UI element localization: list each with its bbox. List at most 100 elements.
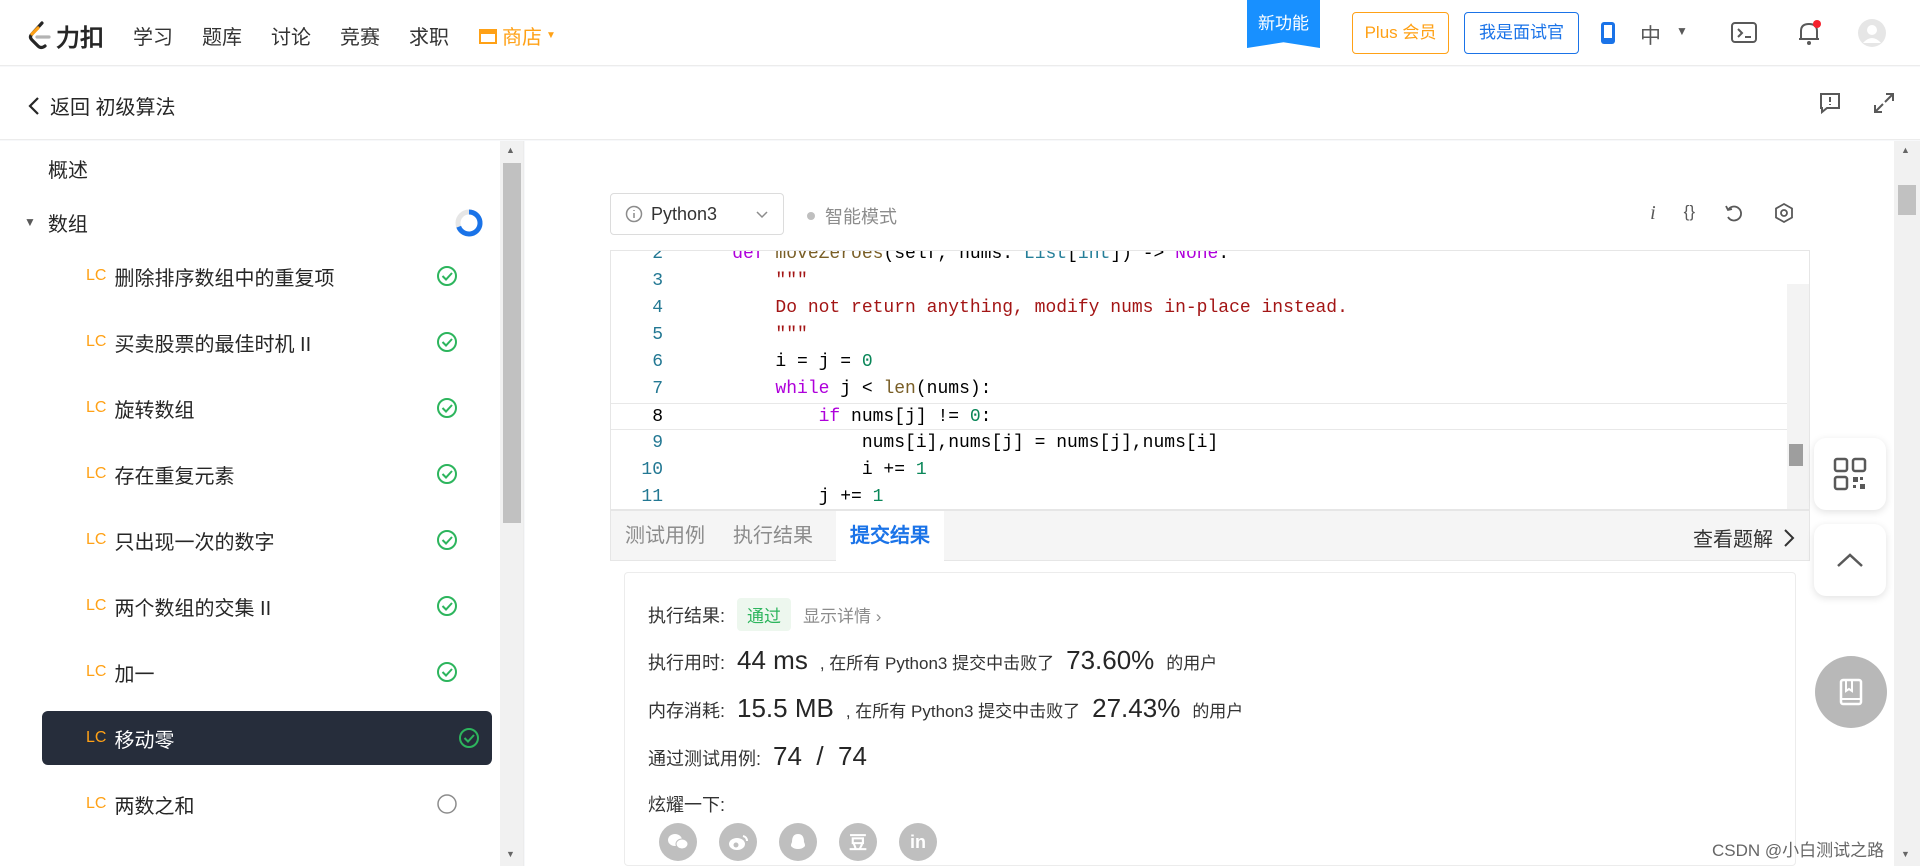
share-label: 炫耀一下: [648,795,726,815]
sidebar-overview[interactable]: 概述 [0,141,500,195]
weibo-icon[interactable] [719,823,757,861]
tab-submit-result[interactable]: 提交结果 [836,511,944,562]
top-nav: 力扣 学习 题库 讨论 竞赛 求职 商店 ▼ 新功能 Plus 会员 我是面试官… [0,0,1920,66]
shop-label: 商店 [502,27,542,49]
scroll-up-arrow-icon[interactable]: ▲ [1901,145,1910,155]
plus-member-button[interactable]: Plus 会员 [1352,12,1449,54]
sidebar-item[interactable]: LC 存在重复元素 [0,447,500,501]
problem-header: 返回 初级算法 [0,67,1920,140]
smart-mode-toggle[interactable]: 智能模式 [807,203,897,229]
back-link[interactable]: 返回 初级算法 [28,91,176,120]
code-line: 4 Do not return anything, modify nums in… [611,295,1791,322]
language-switch[interactable]: 中 [1640,20,1661,50]
scroll-up-arrow-icon[interactable]: ▲ [506,145,515,155]
code-token: : [980,407,992,427]
wechat-icon[interactable] [659,823,697,861]
smart-mode-label: 智能模式 [825,207,897,227]
lc-prefix: LC [86,663,107,680]
settings-icon[interactable] [1773,202,1795,224]
qrcode-button[interactable] [1814,438,1886,510]
main-scrollbar[interactable]: ▲ ▼ [1894,141,1920,866]
check-circle-icon [437,464,457,484]
testcases-label: 通过测试用例: [648,749,762,769]
code-token: 1 [872,487,884,507]
nav-link-contest[interactable]: 竞赛 [340,21,380,50]
sidebar-item[interactable]: LC 加一 [0,645,500,699]
testcases-row: 通过测试用例: 74 / 74 [648,741,867,772]
sidebar-item-label: 移动零 [114,729,175,752]
line-number: 11 [641,487,663,507]
back-to-top-button[interactable] [1814,524,1886,596]
fullscreen-icon[interactable] [1872,91,1896,115]
nav-link-problems[interactable]: 题库 [202,21,242,50]
editor-toolbar: Python3 智能模式 i {} [610,193,1810,235]
sidebar-scrollbar[interactable]: ▲ ▼ [500,141,523,866]
sidebar-scroll-thumb[interactable] [503,163,521,523]
code-text: i += 1 [689,457,927,484]
sidebar-item[interactable]: LC 移动零 [42,711,492,765]
logo-text: 力扣 [56,25,104,52]
linkedin-icon[interactable]: in [899,823,937,861]
sidebar-item-label: 两数之和 [114,795,195,818]
scroll-down-arrow-icon[interactable]: ▼ [506,849,515,859]
watermark: CSDN @小白测试之路 [1712,841,1885,860]
lc-prefix: LC [86,333,107,350]
memory-text: , 在所有 Python3 提交中击败了 [845,702,1081,721]
show-details-link[interactable]: 显示详情 › [803,602,881,627]
logo[interactable]: 力扣 [28,18,104,53]
chevron-down-icon [756,211,768,219]
info-icon[interactable]: i [1650,202,1656,225]
language-caret-icon[interactable]: ▼ [1676,24,1688,38]
new-feature-badge[interactable]: 新功能 [1247,0,1320,48]
interviewer-button[interactable]: 我是面试官 [1464,12,1579,54]
sidebar-item-label: 存在重复元素 [114,465,235,488]
notes-button[interactable] [1815,656,1887,728]
nav-link-jobs[interactable]: 求职 [409,21,449,50]
sidebar-item[interactable]: LC 买卖股票的最佳时机 II [0,315,500,369]
douban-icon[interactable]: 豆 [839,823,877,861]
scroll-down-arrow-icon[interactable]: ▼ [1901,849,1910,859]
bell-icon[interactable] [1796,19,1822,47]
nav-link-shop[interactable]: 商店 ▼ [478,21,556,50]
view-solution-link[interactable]: 查看题解 [1693,523,1795,552]
code-token: 1 [915,460,927,480]
check-circle-icon [437,596,457,616]
sidebar-item[interactable]: LC 两数之和 [0,777,500,831]
sidebar-item-label: 买卖股票的最佳时机 II [114,333,312,356]
code-token: : [1218,250,1230,264]
sidebar-section-array[interactable]: ▼ 数组 [0,195,500,249]
sidebar-item[interactable]: LC 旋转数组 [0,381,500,435]
braces-icon[interactable]: {} [1684,202,1695,225]
code-text: Do not return anything, modify nums in-p… [689,295,1348,322]
sidebar-item[interactable]: LC 两个数组的交集 II [0,579,500,633]
tab-run-result[interactable]: 执行结果 [719,511,827,562]
reset-icon[interactable] [1723,202,1745,224]
check-circle-icon [437,266,457,286]
line-number: 4 [652,298,663,318]
nav-link-discuss[interactable]: 讨论 [271,21,311,50]
tab-testcase[interactable]: 测试用例 [611,511,719,562]
share-row: 炫耀一下: [648,791,725,817]
runtime-label: 执行用时: [648,653,726,673]
code-editor[interactable]: 2 def moveZeroes(self, nums: List[int]) … [610,250,1810,510]
mobile-icon[interactable] [1600,21,1616,45]
code-line: 5 """ [611,322,1791,349]
qq-icon[interactable] [779,823,817,861]
code-token: (nums): [915,379,992,399]
testcases-value: 74 / 74 [773,741,867,771]
sidebar: 概述 ▼ 数组 LC 删除排序数组中的重复项 LC 买卖股票的最佳时机 II LC 旋转数… [0,141,524,866]
nav-link-learn[interactable]: 学习 [133,21,173,50]
sidebar-item[interactable]: LC 只出现一次的数字 [0,513,500,567]
avatar[interactable] [1857,18,1887,48]
line-number: 8 [652,407,663,427]
info-circle-icon [625,205,643,223]
overview-label: 概述 [48,159,88,182]
sidebar-item[interactable]: LC 删除排序数组中的重复项 [0,249,500,303]
main-scroll-thumb[interactable] [1898,185,1916,215]
terminal-add-icon[interactable] [1730,20,1758,46]
editor-scroll-thumb[interactable] [1789,444,1803,466]
feedback-icon[interactable] [1818,91,1842,115]
editor-scrollbar[interactable] [1787,284,1809,509]
language-select[interactable]: Python3 [610,193,784,235]
leetcode-logo-icon [28,20,51,49]
